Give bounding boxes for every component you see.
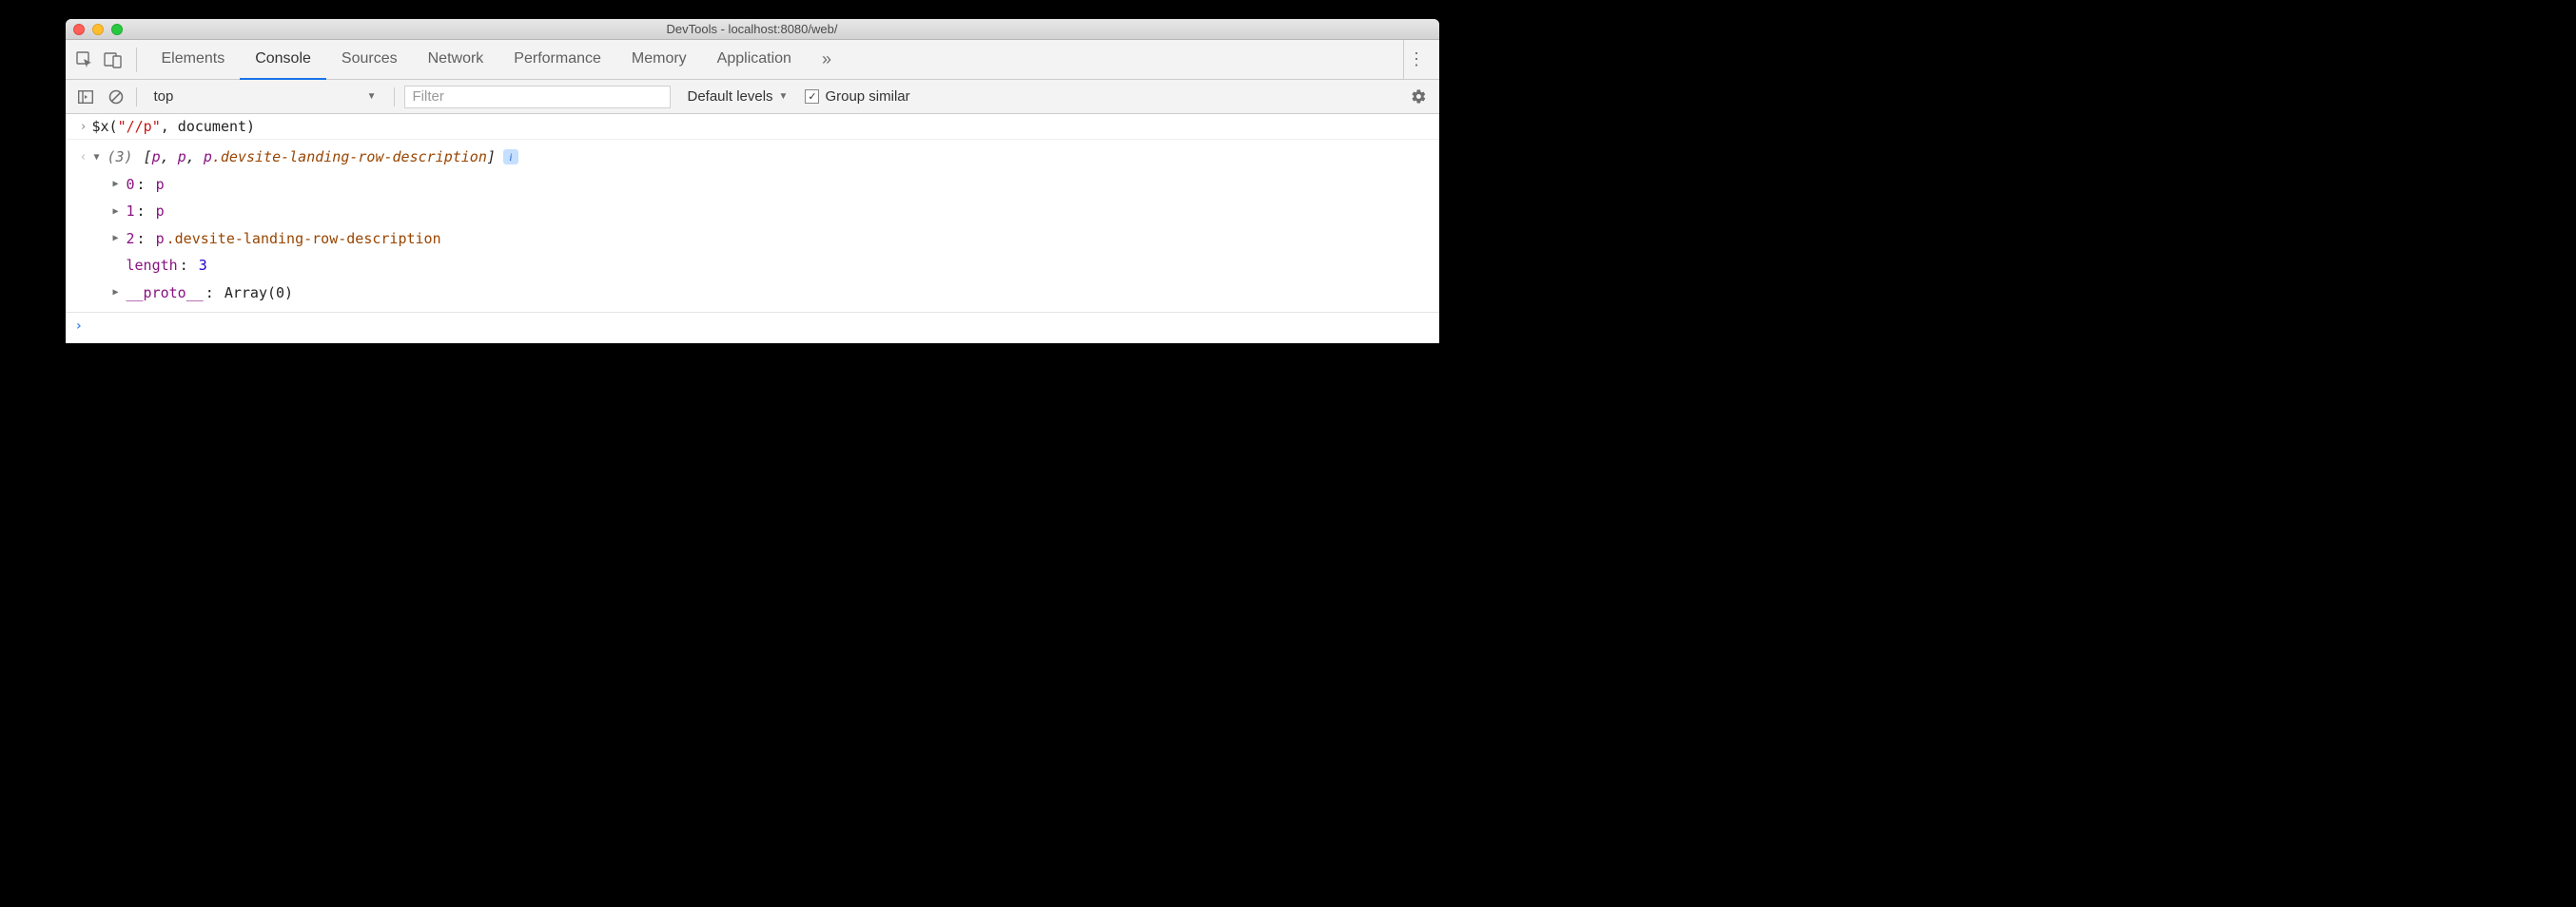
disclosure-triangle-icon[interactable]: ▼ (94, 148, 106, 166)
input-marker-icon: › (75, 118, 92, 134)
result-summary-row[interactable]: ‹ ▼ (3) [p, p, p.devsite-landing-row-des… (75, 144, 1430, 171)
group-similar-option: ✓ Group similar (805, 88, 909, 105)
console-prompt[interactable]: › (66, 313, 1439, 343)
tab-elements[interactable]: Elements (146, 40, 241, 80)
array-item-row[interactable]: ▶ 0: p (75, 171, 1430, 199)
console-settings-icon[interactable] (1409, 87, 1430, 107)
array-item-row[interactable]: ▶ 1: p (75, 198, 1430, 225)
tab-application[interactable]: Application (702, 40, 807, 80)
traffic-lights (73, 24, 123, 35)
tab-console[interactable]: Console (240, 40, 326, 80)
devtools-window: DevTools - localhost:8080/web/ Elements … (66, 19, 1439, 343)
panel-tabs: Elements Console Sources Network Perform… (146, 40, 807, 80)
console-input-line: › $x("//p", document) (66, 114, 1439, 140)
devtools-menu-button[interactable]: ⋮ (1403, 40, 1430, 80)
output-marker-icon: ‹ (75, 145, 92, 170)
log-levels-selector[interactable]: Default levels ▼ (680, 88, 796, 105)
length-row: ▶ length: 3 (75, 252, 1430, 280)
disclosure-triangle-icon[interactable]: ▶ (113, 175, 125, 193)
context-value: top (154, 88, 174, 105)
array-summary: [p, p, p.devsite-landing-row-description… (135, 144, 496, 171)
proto-row[interactable]: ▶ __proto__: Array(0) (75, 280, 1430, 307)
close-button[interactable] (73, 24, 85, 35)
device-toggle-icon[interactable] (104, 50, 123, 69)
context-selector[interactable]: top ▼ (146, 85, 384, 109)
inspect-element-icon[interactable] (75, 50, 94, 69)
array-count: (3) (107, 144, 133, 171)
console-command[interactable]: $x("//p", document) (92, 118, 1430, 135)
maximize-button[interactable] (111, 24, 123, 35)
tab-sources[interactable]: Sources (326, 40, 413, 80)
tabbar: Elements Console Sources Network Perform… (66, 40, 1439, 80)
tab-performance[interactable]: Performance (498, 40, 616, 80)
dropdown-arrow-icon: ▼ (367, 91, 377, 102)
tab-icons (75, 48, 137, 72)
group-similar-label: Group similar (825, 88, 909, 105)
minimize-button[interactable] (92, 24, 104, 35)
titlebar: DevTools - localhost:8080/web/ (66, 19, 1439, 40)
console-result: ‹ ▼ (3) [p, p, p.devsite-landing-row-des… (66, 140, 1439, 313)
group-similar-checkbox[interactable]: ✓ (805, 89, 819, 104)
window-title: DevTools - localhost:8080/web/ (66, 22, 1439, 36)
dropdown-arrow-icon: ▼ (779, 91, 789, 102)
console-body: › $x("//p", document) ‹ ▼ (3) [p, p, p.d… (66, 114, 1439, 343)
more-tabs-button[interactable]: » (812, 40, 841, 80)
tab-network[interactable]: Network (413, 40, 499, 80)
array-item-row[interactable]: ▶ 2: p.devsite-landing-row-description (75, 225, 1430, 253)
disclosure-triangle-icon[interactable]: ▶ (113, 229, 125, 247)
levels-label: Default levels (688, 88, 773, 105)
disclosure-triangle-icon[interactable]: ▶ (113, 203, 125, 221)
prompt-marker-icon: › (75, 318, 92, 334)
console-toolbar: top ▼ Default levels ▼ ✓ Group similar (66, 80, 1439, 114)
show-console-sidebar-icon[interactable] (75, 87, 96, 107)
filter-input[interactable] (404, 86, 671, 108)
clear-console-icon[interactable] (106, 87, 127, 107)
disclosure-triangle-icon[interactable]: ▶ (113, 283, 125, 301)
tab-memory[interactable]: Memory (616, 40, 702, 80)
info-badge-icon[interactable]: i (503, 149, 518, 164)
